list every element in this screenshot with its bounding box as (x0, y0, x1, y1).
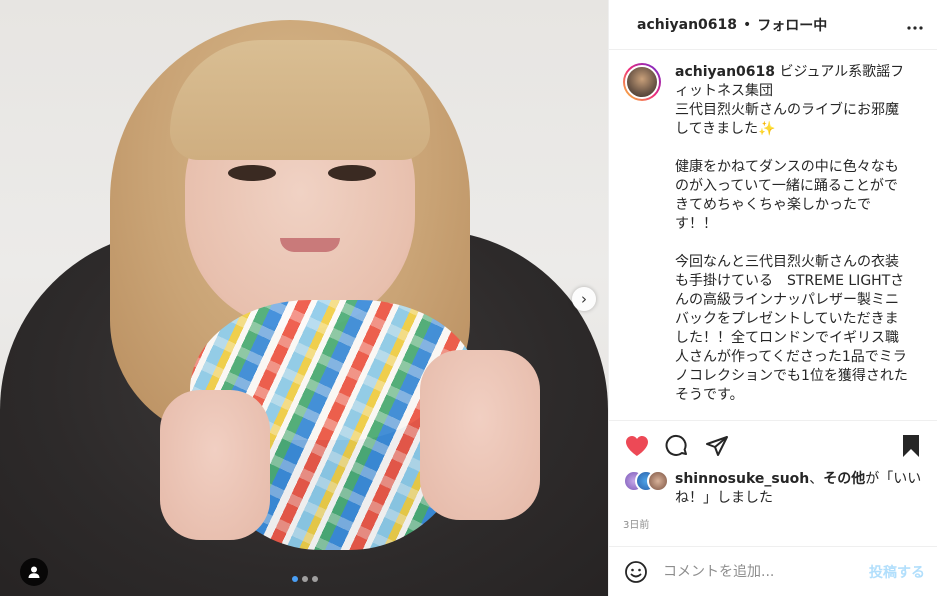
header-separator: • (743, 16, 752, 33)
caption-username[interactable]: achiyan0618 (675, 64, 775, 80)
carousel-dot (302, 576, 308, 582)
photo-mouth (280, 238, 340, 252)
post-dialog: › achiyan0618 • フォロー中 achiyan0618 ビジュアル系… (0, 0, 937, 596)
comment-input[interactable] (663, 563, 869, 580)
chevron-right-icon: › (581, 290, 587, 308)
emoji-icon (625, 560, 647, 583)
like-button[interactable] (623, 432, 651, 460)
carousel-dot (292, 576, 298, 582)
post-media[interactable]: › (0, 0, 608, 596)
post-timestamp[interactable]: 3日前 (609, 508, 937, 546)
caption-body: ビジュアル系歌謡フィットネス集団 三代目烈火斬さんのライブにお邪魔してきました✨… (675, 64, 908, 403)
post-header: achiyan0618 • フォロー中 (609, 0, 937, 50)
header-username[interactable]: achiyan0618 (637, 17, 737, 33)
tagged-users-button[interactable] (20, 558, 48, 586)
caption-area: achiyan0618 ビジュアル系歌謡フィットネス集団 三代目烈火斬さんのライ… (609, 50, 937, 420)
likes-text: shinnosuke_suoh、その他が「いいね！」しました (675, 471, 922, 506)
carousel-dot (312, 576, 318, 582)
save-button[interactable] (897, 432, 925, 460)
caption-text: achiyan0618 ビジュアル系歌謡フィットネス集団 三代目烈火斬さんのライ… (675, 63, 911, 420)
bookmark-icon (903, 434, 919, 457)
post-comment-button[interactable]: 投稿する (869, 562, 925, 582)
liker-avatars[interactable] (623, 470, 669, 492)
photo-eye-left (228, 165, 276, 181)
heart-icon (626, 435, 648, 456)
carousel-next-button[interactable]: › (572, 287, 596, 311)
likes-others-link[interactable]: その他 (823, 471, 865, 487)
emoji-button[interactable] (623, 559, 649, 585)
share-button[interactable] (703, 432, 731, 460)
photo-hand-right (420, 350, 540, 520)
action-bar (609, 420, 937, 470)
photo-hand-left (160, 390, 270, 540)
following-button[interactable]: フォロー中 (757, 15, 827, 35)
comment-icon (665, 434, 687, 456)
photo-eye-right (328, 165, 376, 181)
user-icon (28, 566, 40, 578)
photo-bangs (170, 40, 430, 160)
comment-button[interactable] (663, 432, 691, 460)
avatar (647, 470, 669, 492)
author-avatar[interactable] (623, 63, 661, 101)
post-side-panel: achiyan0618 • フォロー中 achiyan0618 ビジュアル系歌謡… (608, 0, 937, 596)
send-icon (706, 435, 728, 456)
add-comment-bar: 投稿する (609, 546, 937, 596)
more-options-button[interactable] (907, 14, 923, 35)
more-horizontal-icon (907, 26, 923, 30)
carousel-dots (292, 576, 318, 582)
liker-username[interactable]: shinnosuke_suoh (675, 471, 809, 487)
likes-summary: shinnosuke_suoh、その他が「いいね！」しました (609, 470, 937, 508)
